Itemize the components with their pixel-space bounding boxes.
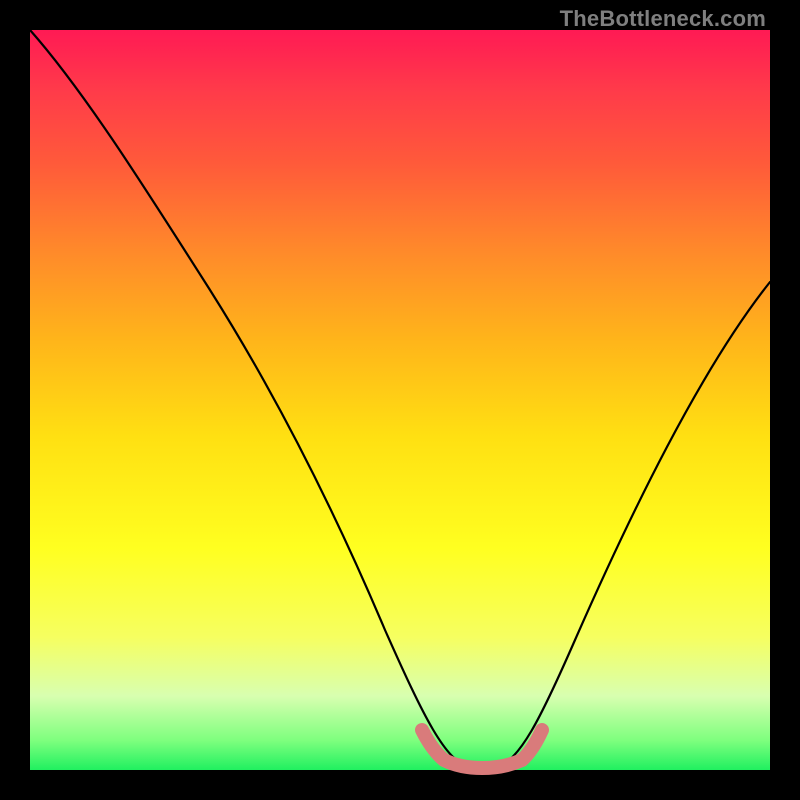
bottleneck-curve [30, 30, 770, 768]
chart-svg [30, 30, 770, 770]
plot-gradient-background [30, 30, 770, 770]
chart-frame: TheBottleneck.com [0, 0, 800, 800]
optimal-band [422, 730, 542, 768]
watermark-text: TheBottleneck.com [560, 6, 766, 32]
